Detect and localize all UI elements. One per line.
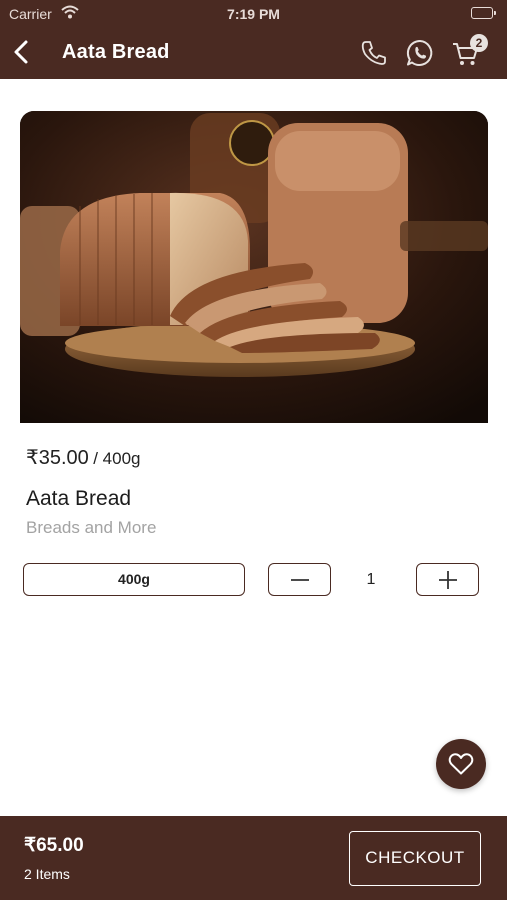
minus-icon	[291, 579, 309, 581]
phone-icon[interactable]	[359, 38, 389, 68]
battery-icon	[471, 7, 496, 19]
cart-total: ₹65.00	[24, 835, 84, 856]
product-price: ₹35.00	[26, 447, 89, 469]
status-bar: Carrier 7:19 PM	[0, 0, 507, 28]
cart-item-count: 2 Items	[24, 866, 70, 882]
variant-selector[interactable]: 400g	[23, 563, 245, 596]
product-category: Breads and More	[26, 518, 157, 537]
product-unit: / 400g	[93, 449, 141, 468]
cart-count-badge: 2	[470, 34, 488, 52]
price-line: ₹35.00 / 400g	[26, 445, 141, 470]
nav-bar: Aata Bread 2	[0, 28, 507, 79]
quantity-value: 1	[366, 571, 376, 588]
back-arrow-icon[interactable]	[8, 38, 36, 66]
plus-icon	[439, 571, 457, 589]
page-title: Aata Bread	[62, 41, 170, 63]
heart-icon	[448, 753, 474, 775]
whatsapp-icon[interactable]	[405, 38, 435, 68]
product-name: Aata Bread	[26, 487, 132, 510]
favorite-button[interactable]	[436, 739, 486, 789]
checkout-button[interactable]: CHECKOUT	[349, 831, 481, 886]
cart-icon[interactable]: 2	[452, 34, 488, 66]
app-header: Carrier 7:19 PM Aata Bread 2	[0, 0, 507, 79]
bread-photo-icon	[20, 111, 488, 423]
cart-summary-bar: ₹65.00 2 Items CHECKOUT	[0, 816, 507, 900]
decrease-quantity-button[interactable]	[268, 563, 331, 596]
increase-quantity-button[interactable]	[416, 563, 479, 596]
status-time: 7:19 PM	[227, 6, 280, 22]
product-image	[20, 111, 488, 423]
